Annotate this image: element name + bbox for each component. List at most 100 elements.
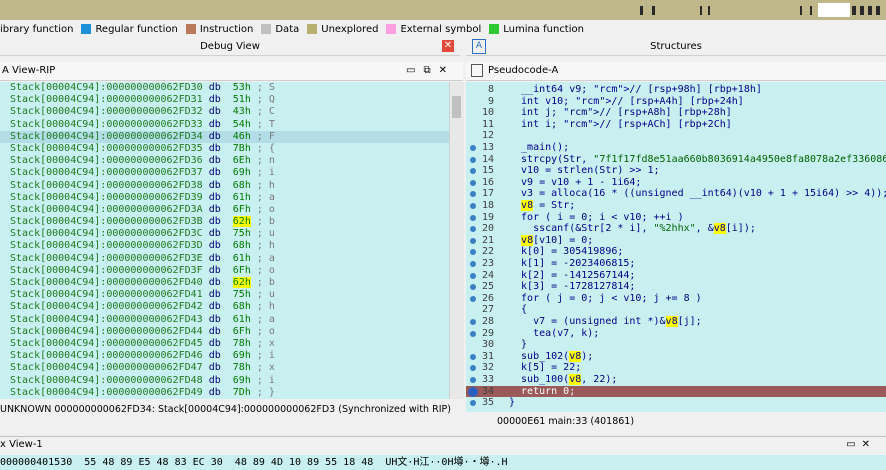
pseudocode-listing[interactable]: 8 __int64 v9; "rcm">// [rsp+98h] [rbp+18… xyxy=(466,82,886,412)
pseudocode-line[interactable]: 22 k[0] = 305419896; xyxy=(466,246,886,258)
stack-row[interactable]: Stack[00004C94]:000000000062FD3C db 75h … xyxy=(0,228,449,240)
executable-line-dot-icon[interactable] xyxy=(470,261,476,267)
executable-line-dot-icon[interactable] xyxy=(470,237,476,244)
executable-line-dot-icon[interactable] xyxy=(470,156,476,163)
executable-line-dot-icon[interactable] xyxy=(470,353,476,360)
pseudocode-line[interactable]: 29 tea(v7, k); xyxy=(466,328,886,340)
nav-segment xyxy=(640,6,643,15)
stack-row[interactable]: Stack[00004C94]:000000000062FD40 db 62h … xyxy=(0,277,449,289)
disassembly-scrollbar[interactable] xyxy=(449,82,464,399)
executable-line-dot-icon[interactable] xyxy=(470,295,476,302)
pseudocode-line[interactable]: 8 __int64 v9; "rcm">// [rsp+98h] [rbp+18… xyxy=(466,84,886,96)
pseudocode-line[interactable]: 11 int i; "rcm">// [rsp+ACh] [rbp+2Ch] xyxy=(466,119,886,131)
tab-hex-view[interactable]: x View-1 xyxy=(0,439,43,450)
minimize-icon[interactable]: ▭ xyxy=(406,65,423,76)
executable-line-dot-icon[interactable] xyxy=(470,272,476,279)
stack-row[interactable]: Stack[00004C94]:000000000062FD3F db 6Fh … xyxy=(0,265,449,277)
stack-row[interactable]: Stack[00004C94]:000000000062FD3D db 68h … xyxy=(0,240,449,252)
stack-row[interactable]: Stack[00004C94]:000000000062FD3B db 62h … xyxy=(0,216,449,228)
nav-segment xyxy=(876,6,880,15)
legend-label: Unexplored xyxy=(321,23,379,35)
pseudocode-line[interactable]: 28 v7 = (unsigned int *)&v8[j]; xyxy=(466,316,886,328)
stack-row[interactable]: Stack[00004C94]:000000000062FD38 db 68h … xyxy=(0,180,449,192)
pseudocode-line[interactable]: 32 k[5] = 22; xyxy=(466,362,886,374)
executable-line-dot-icon[interactable] xyxy=(470,203,476,209)
executable-line-dot-icon[interactable] xyxy=(470,365,476,372)
pseudocode-line[interactable]: 19 for ( i = 0; i < v10; ++i ) xyxy=(466,212,886,224)
stack-row[interactable]: Stack[00004C94]:000000000062FD49 db 7Dh … xyxy=(0,387,449,399)
close-tab-icon[interactable]: ✕ xyxy=(439,65,455,76)
executable-line-dot-icon[interactable] xyxy=(470,168,476,175)
pseudocode-line[interactable]: 20 sscanf(&Str[2 * i], "%2hhx", &v8[i]); xyxy=(466,223,886,235)
pseudocode-line[interactable]: 30 } xyxy=(466,339,886,351)
pseudocode-line[interactable]: 26 for ( j = 0; j < v10; j += 8 ) xyxy=(466,293,886,305)
pseudocode-line[interactable]: 17 v3 = alloca(16 * ((unsigned __int64)(… xyxy=(466,188,886,200)
line-number: 12 xyxy=(481,130,494,142)
executable-line-dot-icon[interactable] xyxy=(470,214,476,221)
executable-line-dot-icon[interactable] xyxy=(470,319,476,325)
stack-row[interactable]: Stack[00004C94]:000000000062FD3E db 61h … xyxy=(0,253,449,265)
pseudocode-tab-bar: Pseudocode-A xyxy=(466,62,886,81)
stack-row[interactable]: Stack[00004C94]:000000000062FD35 db 7Bh … xyxy=(0,143,449,155)
executable-line-dot-icon[interactable] xyxy=(470,145,476,151)
executable-line-dot-icon[interactable] xyxy=(470,191,476,198)
scrollbar-thumb[interactable] xyxy=(452,96,461,118)
pseudocode-line[interactable]: 23 k[1] = -2023406815; xyxy=(466,258,886,270)
stack-row[interactable]: Stack[00004C94]:000000000062FD41 db 75h … xyxy=(0,289,449,301)
pseudocode-line[interactable]: 34 return 0; xyxy=(466,385,886,398)
executable-line-dot-icon[interactable] xyxy=(470,330,476,337)
stack-row[interactable]: Stack[00004C94]:000000000062FD47 db 78h … xyxy=(0,362,449,374)
executable-line-dot-icon[interactable] xyxy=(470,377,476,383)
stack-row[interactable]: Stack[00004C94]:000000000062FD3A db 6Fh … xyxy=(0,204,449,216)
directive: db xyxy=(208,203,221,215)
pseudocode-line[interactable]: 14 strcpy(Str, "7f1f17fd8e51aa660b803691… xyxy=(466,154,886,166)
stack-row[interactable]: Stack[00004C94]:000000000062FD33 db 54h … xyxy=(0,119,449,131)
stack-row[interactable]: Stack[00004C94]:000000000062FD37 db 69h … xyxy=(0,167,449,179)
char-comment: ; i xyxy=(256,374,275,386)
pseudocode-line[interactable]: 18 v8 = Str; xyxy=(466,200,886,212)
stack-row[interactable]: Stack[00004C94]:000000000062FD44 db 6Fh … xyxy=(0,326,449,338)
navigation-band[interactable] xyxy=(0,0,886,20)
breakpoint-icon[interactable] xyxy=(468,386,478,397)
pseudocode-line[interactable]: 25 k[3] = -1728127814; xyxy=(466,281,886,293)
hex-dump-row[interactable]: 000000401530 55 48 89 E5 48 83 EC 30 48 … xyxy=(0,455,886,470)
stack-row[interactable]: Stack[00004C94]:000000000062FD36 db 6Eh … xyxy=(0,155,449,167)
close-icon[interactable]: ✕ xyxy=(442,40,454,52)
pseudocode-line[interactable]: 16 v9 = v10 + 1 - 1i64; xyxy=(466,177,886,189)
stack-row[interactable]: Stack[00004C94]:000000000062FD31 db 51h … xyxy=(0,94,449,106)
restore-icon[interactable]: ⧉ xyxy=(423,65,438,76)
stack-row[interactable]: Stack[00004C94]:000000000062FD30 db 53h … xyxy=(0,82,449,94)
stack-row[interactable]: Stack[00004C94]:000000000062FD32 db 43h … xyxy=(0,106,449,118)
stack-row[interactable]: Stack[00004C94]:000000000062FD45 db 78h … xyxy=(0,338,449,350)
executable-line-dot-icon[interactable] xyxy=(470,249,476,256)
tab-ida-view-rip[interactable]: A View-RIP xyxy=(0,65,55,76)
stack-row[interactable]: Stack[00004C94]:000000000062FD46 db 69h … xyxy=(0,350,449,362)
structures-tab-icon[interactable]: A xyxy=(472,39,486,54)
pseudocode-line[interactable]: 15 v10 = strlen(Str) >> 1; xyxy=(466,165,886,177)
pseudocode-line[interactable]: 35} xyxy=(466,397,886,409)
executable-line-dot-icon[interactable] xyxy=(470,284,476,291)
pseudocode-line[interactable]: 10 int j; "rcm">// [rsp+A8h] [rbp+28h] xyxy=(466,107,886,119)
stack-row[interactable]: Stack[00004C94]:000000000062FD48 db 69h … xyxy=(0,375,449,387)
pseudocode-line[interactable]: 31 sub_102(v8); xyxy=(466,350,886,363)
stack-row[interactable]: Stack[00004C94]:000000000062FD39 db 61h … xyxy=(0,192,449,204)
pseudocode-line[interactable]: 27 { xyxy=(466,304,886,316)
executable-line-dot-icon[interactable] xyxy=(470,400,476,407)
disassembly-listing[interactable]: Stack[00004C94]:000000000062FD30 db 53h … xyxy=(0,82,449,399)
pseudocode-line[interactable]: 13 _main(); xyxy=(466,142,886,154)
pseudocode-line[interactable]: 33 sub_100(v8, 22); xyxy=(466,374,886,386)
stack-row[interactable]: Stack[00004C94]:000000000062FD43 db 61h … xyxy=(0,314,449,326)
pseudocode-line[interactable]: 9 int v10; "rcm">// [rsp+A4h] [rbp+24h] xyxy=(466,96,886,108)
executable-line-dot-icon[interactable] xyxy=(470,179,476,186)
stack-row[interactable]: Stack[00004C94]:000000000062FD34 db 46h … xyxy=(0,130,449,143)
tab-pseudocode-a[interactable]: Pseudocode-A xyxy=(488,65,558,76)
structures-title[interactable]: Structures xyxy=(650,41,702,52)
close-tab-icon[interactable]: ✕ xyxy=(862,439,876,450)
stack-row[interactable]: Stack[00004C94]:000000000062FD42 db 68h … xyxy=(0,301,449,313)
pseudocode-line[interactable]: 21 v8[v10] = 0; xyxy=(466,234,886,247)
pseudocode-line[interactable]: 24 k[2] = -1412567144; xyxy=(466,270,886,282)
pseudocode-line[interactable]: 12 xyxy=(466,130,886,142)
line-number: 17 xyxy=(481,188,494,200)
executable-line-dot-icon[interactable] xyxy=(470,226,476,233)
minimize-icon[interactable]: ▭ xyxy=(846,439,861,450)
